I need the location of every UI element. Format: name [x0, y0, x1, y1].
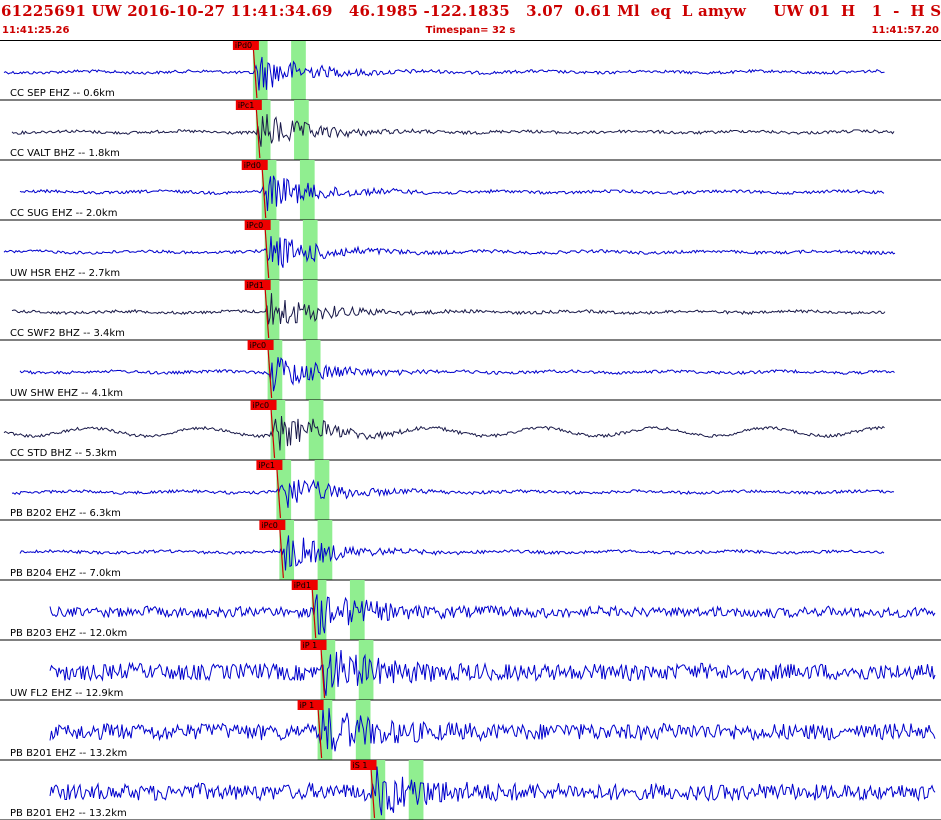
pick-label-9: iPd1 — [294, 581, 311, 590]
waveform-0 — [3, 56, 885, 91]
pick-label-0: iPd0 — [235, 41, 252, 50]
pick-label-4: iPd1 — [247, 281, 264, 290]
waveform-3 — [3, 236, 896, 268]
s-window-12 — [408, 760, 424, 820]
channel-label-10: UW FL2 EHZ -- 12.9km — [10, 688, 123, 699]
channel-label-6: CC STD BHZ -- 5.3km — [10, 448, 117, 459]
waveform-12 — [49, 766, 936, 816]
waveform-7 — [11, 479, 895, 508]
pick-label-5: iPc0 — [250, 341, 267, 350]
channel-label-7: PB B202 EHZ -- 6.3km — [10, 508, 121, 519]
channel-label-2: CC SUG EHZ -- 2.0km — [10, 208, 117, 219]
channel-label-12: PB B201 EH2 -- 13.2km — [10, 808, 127, 819]
channel-label-9: PB B203 EHZ -- 12.0km — [10, 628, 127, 639]
channel-label-8: PB B204 EHZ -- 7.0km — [10, 568, 121, 579]
waveform-6 — [3, 415, 885, 451]
channel-label-5: UW SHW EHZ -- 4.1km — [10, 388, 123, 399]
waveform-8 — [19, 535, 885, 571]
channel-label-11: PB B201 EHZ -- 13.2km — [10, 748, 127, 759]
pick-label-3: iPc0 — [247, 221, 264, 230]
channel-label-4: CC SWF2 BHZ -- 3.4km — [10, 328, 125, 339]
pick-label-1: iPc1 — [238, 101, 255, 110]
pick-label-7: iPc1 — [258, 461, 275, 470]
waveform-5 — [19, 357, 895, 392]
channel-label-3: UW HSR EHZ -- 2.7km — [10, 268, 120, 279]
pick-label-10: iP 1 — [303, 641, 318, 650]
waveform-9 — [49, 594, 936, 635]
s-window-7 — [314, 460, 330, 520]
event-summary: 61225691 UW 2016-10-27 11:41:34.69 46.19… — [1, 2, 941, 20]
pick-label-2: iPd0 — [244, 161, 261, 170]
pick-label-12: iS 1 — [353, 761, 368, 770]
waveform-4 — [11, 293, 886, 325]
waveform-1 — [11, 114, 895, 147]
pick-label-8: iPc0 — [261, 521, 278, 530]
waveform-2 — [19, 175, 885, 212]
pick-label-6: iPc0 — [253, 401, 270, 410]
waveform-10 — [49, 649, 936, 696]
end-time: 11:41:57.20 — [871, 25, 939, 36]
timespan: Timespan= 32 s — [425, 25, 516, 36]
channel-label-1: CC VALT BHZ -- 1.8km — [10, 148, 120, 159]
seismogram-viewer: 61225691 UW 2016-10-27 11:41:34.69 46.19… — [0, 0, 941, 820]
waveform-11 — [49, 708, 936, 752]
s-window-1 — [294, 100, 309, 160]
channel-label-0: CC SEP EHZ -- 0.6km — [10, 88, 115, 99]
pick-label-11: iP 1 — [300, 701, 315, 710]
waveform-panel[interactable]: iPd0 CC SEP EHZ -- 0.6km iPc1 CC VALT BHZ -… — [0, 40, 941, 820]
event-header: 61225691 UW 2016-10-27 11:41:34.69 46.19… — [0, 0, 941, 40]
